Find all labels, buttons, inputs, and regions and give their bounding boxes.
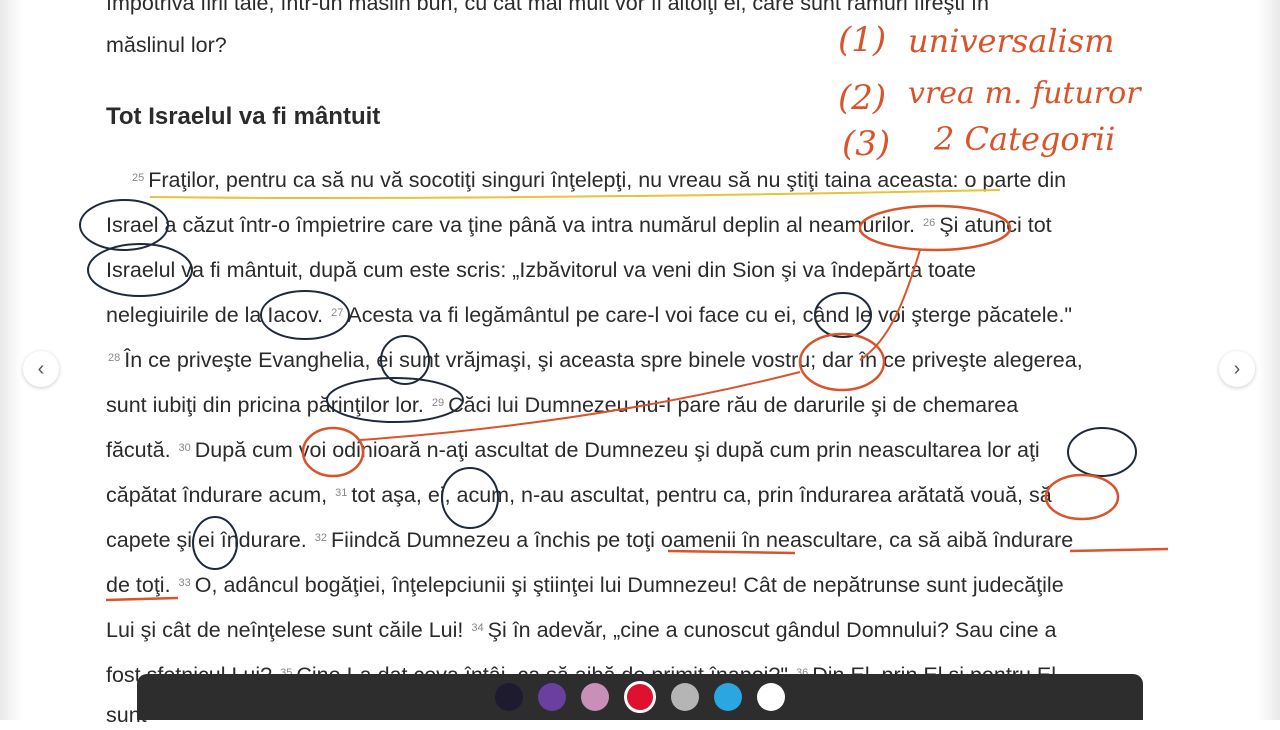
- verse-text: O, adâncul bogăţiei, înţelepciunii şi şt…: [194, 573, 1064, 597]
- color-swatch[interactable]: [757, 683, 785, 711]
- verse-number: 30: [178, 442, 191, 454]
- color-swatch[interactable]: [495, 683, 523, 711]
- text-line: măslinul lor?: [106, 33, 227, 57]
- navy-circle-stroke: [1067, 427, 1137, 477]
- verse-line: Lui şi cât de neînţelese sunt căile Lui!…: [106, 615, 1057, 645]
- verse-text: Căci lui Dumnezeu nu-I pare rău de darur…: [448, 393, 1019, 417]
- verse-text: Acesta va fi legământul pe care-l voi fa…: [347, 303, 1073, 327]
- verse-text: Şi în adevăr, „cine a cunoscut gândul Do…: [487, 618, 1057, 642]
- verse-line: Israel a căzut într-o împietrire care va…: [106, 210, 1052, 240]
- text-line: împotriva firii tale, într-un măslin bun…: [106, 0, 989, 15]
- verse-line: de toţi. 33 O, adâncul bogăţiei, înţelepc…: [106, 570, 1064, 600]
- verse-text: de toţi.: [106, 573, 171, 597]
- verse-number: 25: [132, 172, 145, 184]
- verse-text: Şi atunci tot: [939, 213, 1052, 237]
- previous-page-button[interactable]: ‹: [23, 351, 59, 387]
- verse-line: căpătat îndurare acum, 31 tot aşa, ei, ac…: [106, 480, 1052, 510]
- verse-text: După cum voi odinioară n-aţi ascultat de…: [194, 438, 1040, 462]
- verse-text: făcută.: [106, 438, 171, 462]
- verse-line: făcută. 30 După cum voi odinioară n-aţi a…: [106, 435, 1040, 465]
- color-swatch[interactable]: [538, 683, 566, 711]
- reader-page: împotriva firii tale, într-un măslin bun…: [0, 0, 1280, 727]
- verse-text: nelegiuirile de la Iacov.: [106, 303, 324, 327]
- verse-line: Israelul va fi mântuit, după cum este sc…: [106, 258, 976, 282]
- color-swatch[interactable]: [671, 683, 699, 711]
- color-swatch[interactable]: [714, 683, 742, 711]
- verse-number: 33: [178, 577, 191, 589]
- verse-line: nelegiuirile de la Iacov. 27 Acesta va fi…: [106, 300, 1072, 330]
- verse-text: tot aşa, ei, acum, n-au ascultat, pentru…: [351, 483, 1052, 507]
- handwritten-note: vrea m. futuror: [908, 76, 1141, 111]
- verse-text: În ce priveşte Evanghelia, ei sunt vrăjm…: [124, 348, 1083, 372]
- verse-line: 25 Fraţilor, pentru ca să nu vă socotiţi …: [130, 165, 1066, 195]
- ink-color-toolbar: [137, 674, 1143, 720]
- orange-underline-stroke: [1069, 547, 1169, 553]
- verse-text: Lui şi cât de neînţelese sunt căile Lui!: [106, 618, 464, 642]
- verse-text: Fraţilor, pentru ca să nu vă socotiţi si…: [148, 168, 1067, 192]
- verse-text: căpătat îndurare acum,: [106, 483, 328, 507]
- handwritten-number: (2): [838, 78, 887, 118]
- chevron-right-icon: ›: [1233, 357, 1241, 380]
- orange-circle-stroke: [1044, 473, 1120, 521]
- handwritten-note: 2 Categorii: [934, 120, 1116, 158]
- verse-number: 27: [331, 307, 344, 319]
- color-swatch[interactable]: [624, 681, 656, 713]
- verse-line: sunt iubiţi din pricina părinţilor lor. …: [106, 390, 1018, 420]
- verse-text: Israel a căzut într-o împietrire care va…: [106, 213, 916, 237]
- color-swatch[interactable]: [581, 683, 609, 711]
- verse-number: 29: [431, 397, 445, 409]
- verse-line: capete şi ei îndurare. 32 Fiindcă Dumneze…: [106, 525, 1073, 555]
- handwritten-note: universalism: [908, 22, 1115, 60]
- handwritten-number: (1): [838, 20, 887, 60]
- verse-number: 32: [314, 532, 328, 544]
- verse-text: capete şi ei îndurare.: [106, 528, 307, 552]
- verse-number: 28: [108, 352, 121, 364]
- handwritten-number: (3): [842, 124, 891, 164]
- verse-line: 28 În ce priveşte Evanghelia, ei sunt vră…: [106, 345, 1083, 375]
- verse-text: sunt iubiţi din pricina părinţilor lor.: [106, 393, 424, 417]
- verse-number: 34: [471, 622, 484, 634]
- verse-text: Fiindcă Dumnezeu a închis pe toţi oameni…: [331, 528, 1074, 552]
- verse-number: 31: [335, 487, 348, 499]
- section-heading: Tot Israelul va fi mântuit: [106, 103, 381, 130]
- next-page-button[interactable]: ›: [1219, 351, 1255, 387]
- verse-number: 26: [923, 217, 936, 229]
- chevron-left-icon: ‹: [37, 357, 45, 380]
